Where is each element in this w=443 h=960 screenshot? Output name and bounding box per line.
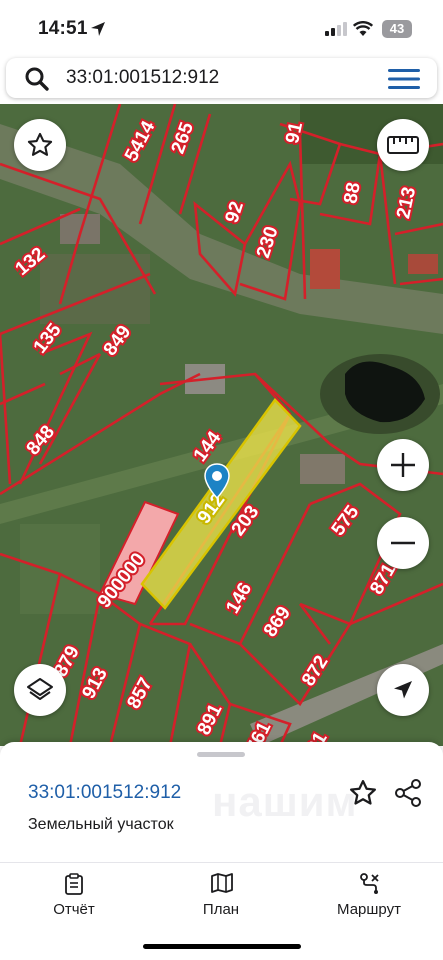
parcel-label: 203	[228, 502, 264, 540]
minus-icon	[391, 541, 415, 545]
parcel-label: 5414	[121, 117, 160, 165]
star-outline-icon	[27, 132, 53, 156]
sheet-watermark: нашим	[212, 778, 358, 825]
parcel-label: 144	[190, 427, 226, 465]
parcel-label: 135	[30, 319, 66, 357]
share-icon[interactable]	[393, 778, 423, 808]
route-icon	[360, 873, 379, 894]
parcel-label: 900000	[94, 549, 150, 612]
battery-indicator: 43	[382, 20, 412, 38]
wifi-icon	[353, 21, 373, 36]
parcel-info-sheet[interactable]: нашим 33:01:001512:912 Земельный участок	[0, 742, 443, 862]
cellular-signal-icon	[325, 22, 347, 36]
ruler-icon	[387, 136, 419, 154]
parcel-label: 848	[23, 422, 59, 460]
tab-report[interactable]: Отчёт	[14, 873, 134, 923]
tab-route[interactable]: Маршрут	[309, 873, 429, 923]
zoom-in-button[interactable]	[377, 439, 429, 491]
parcel-type-label: Земельный участок	[28, 816, 174, 833]
tab-route-label: Маршрут	[337, 901, 401, 918]
plus-icon	[391, 453, 415, 477]
tab-plan-label: План	[202, 901, 240, 918]
location-pin-icon	[204, 463, 230, 499]
location-arrow-icon	[91, 22, 105, 36]
sheet-grabber[interactable]	[197, 752, 245, 757]
parcel-label-layer: 5414 265 91 132 92 230 88 213 135 849 84…	[10, 115, 423, 746]
bottom-tab-bar: Отчёт План Маршрут	[0, 862, 443, 960]
battery-level: 43	[389, 21, 405, 36]
parcel-label: 132	[12, 244, 50, 280]
ruler-button[interactable]	[377, 119, 429, 171]
parcel-label: 913	[78, 664, 111, 702]
parcel-label: 230	[253, 224, 283, 261]
parcel-label: 891	[194, 700, 227, 738]
parcel-label: 849	[100, 322, 136, 360]
search-input[interactable]: 33:01:001512:912	[66, 67, 219, 89]
tab-report-label: Отчёт	[53, 901, 95, 918]
status-time: 14:51	[38, 18, 88, 39]
tab-plan[interactable]: План	[161, 873, 281, 923]
parcel-label: 265	[168, 119, 199, 156]
parcel-label: 872	[298, 652, 333, 690]
status-bar: 14:51 43	[0, 0, 443, 56]
parcel-label: 92	[222, 199, 249, 226]
parcel-label: 146	[222, 579, 256, 617]
parcel-label: 213	[393, 185, 420, 220]
favorite-map-button[interactable]	[14, 119, 66, 171]
parcel-label: 869	[260, 603, 295, 641]
layers-button[interactable]	[14, 664, 66, 716]
navigation-arrow-icon	[394, 681, 412, 699]
report-icon	[65, 873, 83, 895]
parcel-label: 88	[340, 181, 364, 205]
map-plan-icon	[211, 873, 233, 893]
layers-icon	[27, 678, 53, 700]
parcel-label: 575	[328, 501, 364, 539]
cadastral-map[interactable]: 5414 265 91 132 92 230 88 213 135 849 84…	[0, 104, 443, 746]
parcel-label: 857	[123, 674, 156, 712]
parcel-cadastral-number[interactable]: 33:01:001512:912	[28, 782, 181, 804]
hamburger-menu-icon[interactable]	[388, 68, 420, 90]
my-location-button[interactable]	[377, 664, 429, 716]
favorite-star-icon[interactable]	[348, 778, 378, 808]
home-indicator[interactable]	[143, 944, 301, 949]
search-bar[interactable]: 33:01:001512:912	[6, 58, 437, 98]
search-icon[interactable]	[24, 66, 50, 92]
parcel-label: 91	[282, 120, 307, 145]
zoom-out-button[interactable]	[377, 517, 429, 569]
